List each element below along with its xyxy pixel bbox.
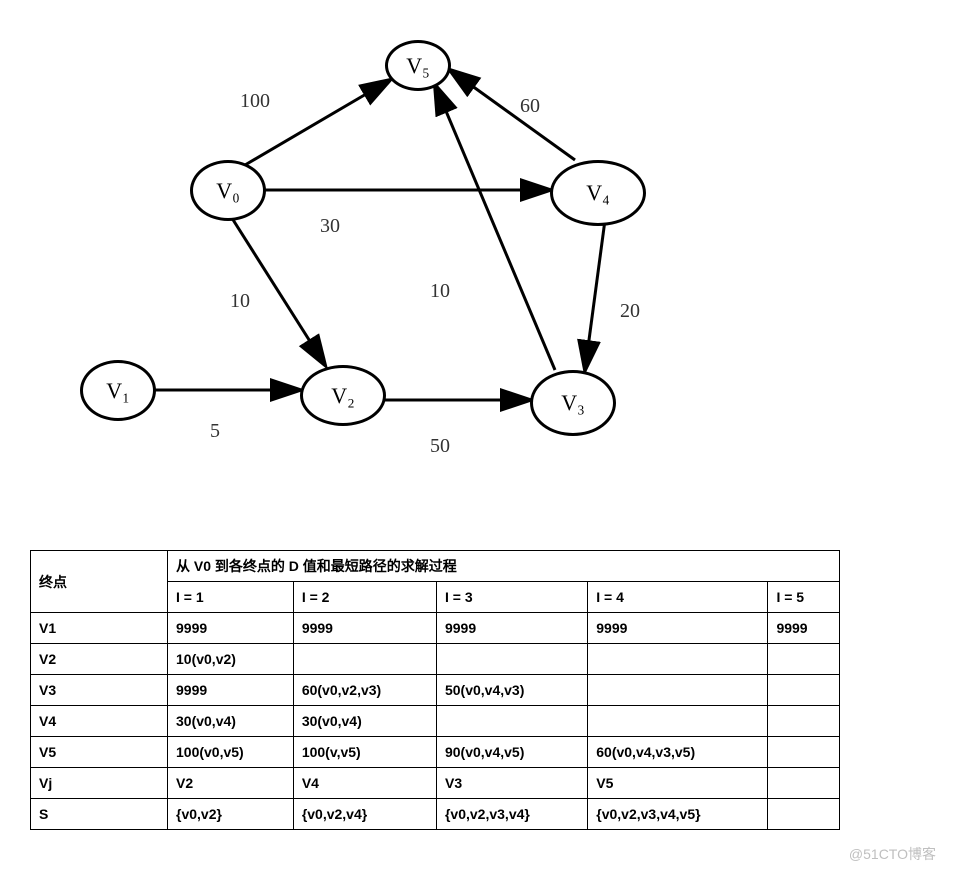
row-label: V4 (31, 706, 168, 737)
th-endpoint: 终点 (31, 551, 168, 613)
cell: 9999 (168, 675, 294, 706)
cell: V2 (168, 768, 294, 799)
dijkstra-table: 终点 从 V0 到各终点的 D 值和最短路径的求解过程 I = 1 I = 2 … (30, 550, 840, 830)
node-v4: V₄ (550, 160, 646, 226)
cell (588, 675, 768, 706)
cell: 30(v0,v4) (168, 706, 294, 737)
cell: 30(v0,v4) (293, 706, 436, 737)
cell (436, 706, 587, 737)
table-row: Vj V2 V4 V3 V5 (31, 768, 840, 799)
cell (768, 706, 840, 737)
th-title: 从 V0 到各终点的 D 值和最短路径的求解过程 (168, 551, 840, 582)
node-v2: V₂ (300, 365, 386, 426)
cell: {v0,v2,v3,v4} (436, 799, 587, 830)
row-label: V2 (31, 644, 168, 675)
cell: 9999 (588, 613, 768, 644)
th-i1: I = 1 (168, 582, 294, 613)
cell: 90(v0,v4,v5) (436, 737, 587, 768)
table-row: V2 10(v0,v2) (31, 644, 840, 675)
row-label: Vj (31, 768, 168, 799)
cell: 50(v0,v4,v3) (436, 675, 587, 706)
edge-weight-v4v3: 20 (620, 300, 640, 323)
cell: V3 (436, 768, 587, 799)
cell: {v0,v2,v4} (293, 799, 436, 830)
watermark: @51CTO博客 (849, 844, 936, 864)
cell: 9999 (436, 613, 587, 644)
cell: {v0,v2,v3,v4,v5} (588, 799, 768, 830)
cell: V5 (588, 768, 768, 799)
th-i2: I = 2 (293, 582, 436, 613)
cell (588, 644, 768, 675)
cell (768, 675, 840, 706)
cell (768, 768, 840, 799)
edge-weight-v0v4: 30 (320, 215, 340, 238)
edge-weight-v0v5: 100 (240, 90, 270, 113)
cell: 9999 (768, 613, 840, 644)
th-i3: I = 3 (436, 582, 587, 613)
node-v5: V₅ (385, 40, 451, 91)
cell: 9999 (168, 613, 294, 644)
edge-weight-v4v5: 60 (520, 95, 540, 118)
row-label: S (31, 799, 168, 830)
th-i5: I = 5 (768, 582, 840, 613)
edge-weight-v1v2: 5 (210, 420, 220, 443)
row-label: V3 (31, 675, 168, 706)
cell (768, 799, 840, 830)
table-row: V3 9999 60(v0,v2,v3) 50(v0,v4,v3) (31, 675, 840, 706)
cell: 9999 (293, 613, 436, 644)
table-row: V4 30(v0,v4) 30(v0,v4) (31, 706, 840, 737)
cell: 100(v0,v5) (168, 737, 294, 768)
th-i4: I = 4 (588, 582, 768, 613)
cell: 10(v0,v2) (168, 644, 294, 675)
cell (436, 644, 587, 675)
cell (768, 737, 840, 768)
cell (293, 644, 436, 675)
cell: 100(v,v5) (293, 737, 436, 768)
row-label: V5 (31, 737, 168, 768)
cell: {v0,v2} (168, 799, 294, 830)
table-row: V1 9999 9999 9999 9999 9999 (31, 613, 840, 644)
table-row: S {v0,v2} {v0,v2,v4} {v0,v2,v3,v4} {v0,v… (31, 799, 840, 830)
node-v0: V₀ (190, 160, 266, 221)
row-label: V1 (31, 613, 168, 644)
cell (588, 706, 768, 737)
cell: 60(v0,v2,v3) (293, 675, 436, 706)
table-row: V5 100(v0,v5) 100(v,v5) 90(v0,v4,v5) 60(… (31, 737, 840, 768)
cell (768, 644, 840, 675)
node-v1: V₁ (80, 360, 156, 421)
edge-weight-v2v3: 50 (430, 435, 450, 458)
graph-diagram: V₅ V₀ V₄ V₁ V₂ V₃ 100 30 10 5 50 10 60 2… (40, 20, 720, 500)
graph-edges (40, 20, 720, 500)
node-v3: V₃ (530, 370, 616, 436)
cell: V4 (293, 768, 436, 799)
edge-weight-v0v2: 10 (230, 290, 250, 313)
cell: 60(v0,v4,v3,v5) (588, 737, 768, 768)
edge-weight-v3v5: 10 (430, 280, 450, 303)
